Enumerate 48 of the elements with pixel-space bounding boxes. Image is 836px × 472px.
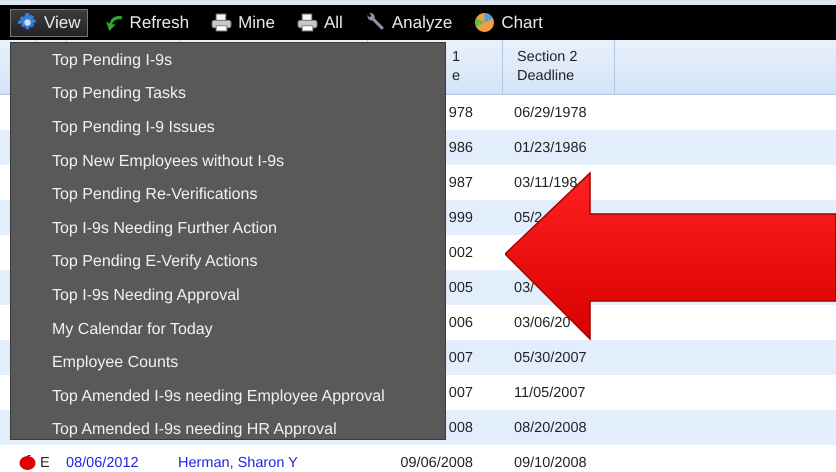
menu-item[interactable]: Top Pending Re-Verifications bbox=[11, 178, 445, 212]
menu-item[interactable]: Top Pending Tasks bbox=[11, 78, 445, 112]
toolbar-button[interactable]: View bbox=[10, 8, 88, 36]
employee-name-link[interactable]: Herman, Sharon Y bbox=[178, 454, 298, 470]
table-cell: 09/06/2008 bbox=[400, 454, 473, 470]
toolbar-button[interactable]: Mine bbox=[204, 8, 282, 36]
toolbar-button[interactable]: Refresh bbox=[96, 8, 196, 36]
table-cell: 007 bbox=[448, 384, 473, 400]
toolbar-button[interactable]: All bbox=[290, 8, 350, 36]
table-cell: E bbox=[40, 454, 50, 470]
table-cell: 05/30/2007 bbox=[514, 350, 587, 366]
toolbar-button[interactable]: Chart bbox=[467, 8, 550, 36]
table-cell: 03/11/198 bbox=[514, 174, 578, 190]
table-cell: 01/23/1986 bbox=[514, 140, 587, 156]
menu-item[interactable]: Top New Employees without I-9s bbox=[11, 144, 445, 178]
date-link[interactable]: 08/06/2012 bbox=[66, 454, 139, 470]
table-cell: 007 bbox=[448, 350, 473, 366]
table-cell: 05/2 bbox=[514, 210, 542, 226]
printer-icon bbox=[211, 12, 232, 33]
table-cell: 987 bbox=[448, 174, 473, 190]
table-cell: 999 bbox=[448, 210, 473, 226]
table-cell: 06/29/1978 bbox=[514, 104, 587, 120]
menu-item[interactable]: Top I-9s Needing Approval bbox=[11, 279, 445, 313]
column-header: Section 2 Deadline bbox=[517, 48, 578, 86]
printer-icon bbox=[296, 12, 318, 33]
menu-item[interactable]: Top Pending E-Verify Actions bbox=[11, 246, 445, 280]
wrench-icon bbox=[364, 12, 386, 33]
table-cell: 005 bbox=[448, 280, 473, 296]
table-cell: 978 bbox=[448, 104, 473, 120]
table-cell: 002 bbox=[448, 244, 473, 260]
menu-item[interactable]: Top Pending I-9s bbox=[11, 44, 445, 78]
table-cell: 986 bbox=[448, 140, 473, 156]
table-cell: 08/20/2008 bbox=[514, 420, 587, 436]
menu-item[interactable]: Top I-9s Needing Further Action bbox=[11, 212, 445, 246]
toolbar-button[interactable]: Analyze bbox=[358, 8, 460, 36]
table-cell: 03/06/20 bbox=[514, 314, 570, 330]
menu-item[interactable]: Employee Counts bbox=[11, 346, 445, 380]
table-cell: 008 bbox=[448, 420, 473, 436]
menu-item[interactable]: Top Amended I-9s needing Employee Approval bbox=[11, 380, 445, 414]
menu-item[interactable]: My Calendar for Today bbox=[11, 312, 445, 346]
pie-chart-icon bbox=[474, 12, 496, 33]
table-cell: 006 bbox=[448, 314, 473, 330]
table-cell: 09/10/2008 bbox=[514, 454, 587, 470]
menu-item[interactable]: Top Pending I-9 Issues bbox=[11, 111, 445, 145]
column-header: 1 e bbox=[452, 48, 460, 86]
table-cell: 11/05/2007 bbox=[514, 384, 586, 400]
table-cell: 03/ bbox=[514, 280, 534, 296]
menu-item[interactable]: Top Amended I-9s needing HR Approval bbox=[11, 414, 445, 448]
